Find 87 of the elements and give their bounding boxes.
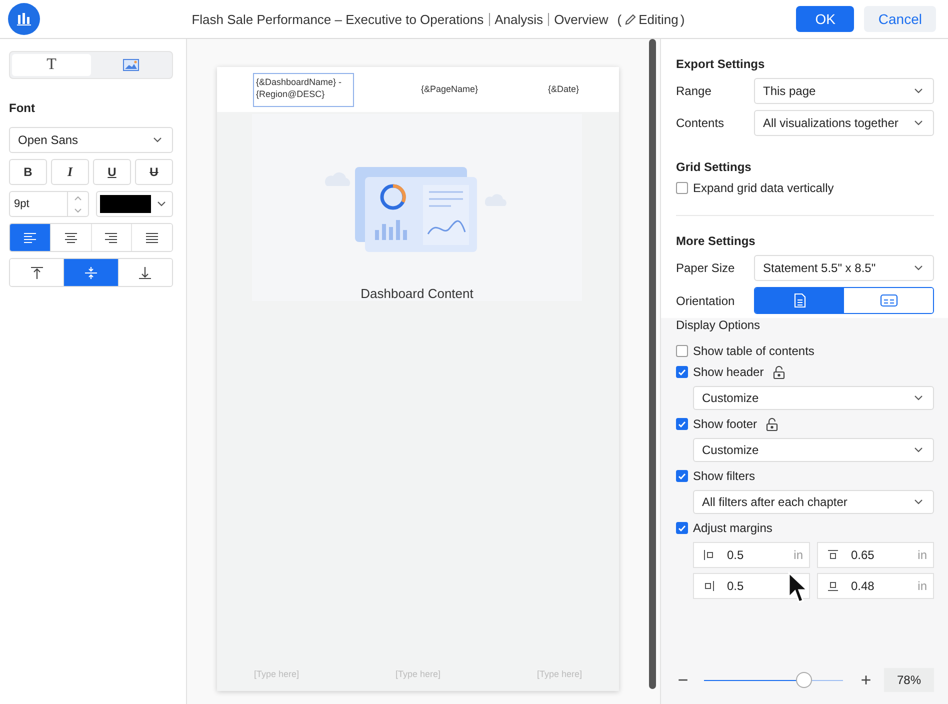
valign-middle-icon — [84, 266, 98, 280]
valign-bottom-icon — [138, 266, 152, 280]
section-title: More Settings — [676, 234, 756, 248]
portrait-orientation-button[interactable] — [755, 288, 844, 313]
paren-text: ) — [680, 12, 685, 26]
editing-status: Editing — [638, 12, 678, 26]
checkbox-label: Show filters — [693, 469, 756, 483]
checkbox[interactable] — [676, 345, 688, 357]
chevron-down-icon — [914, 395, 923, 401]
align-left-icon — [22, 232, 37, 244]
align-justify-icon — [145, 232, 160, 244]
underline-button[interactable]: U — [93, 159, 131, 185]
margin-field[interactable]: 0.5 — [693, 573, 810, 599]
margin-bottom-icon — [827, 580, 839, 592]
section-title: Export Settings — [676, 57, 766, 71]
align-left-button[interactable] — [10, 224, 51, 251]
checkbox-label: Show footer — [693, 417, 758, 431]
field-label: Paper Size — [676, 261, 736, 275]
margin-left-icon — [703, 549, 715, 561]
breadcrumb-text: Analysis — [494, 12, 544, 26]
header-field[interactable]: {&DashboardName} - {Region@DESC} — [253, 72, 354, 106]
strike-button[interactable]: U — [135, 159, 173, 185]
unit-label: in — [794, 548, 803, 562]
margin-field[interactable]: 0.5 in — [693, 542, 810, 568]
unit-label: in — [918, 579, 927, 593]
chevron-down-icon — [153, 137, 162, 143]
checkbox-label: Show table of contents — [693, 344, 814, 358]
section-title: Grid Settings — [676, 160, 752, 174]
app-logo-icon — [8, 3, 40, 35]
checkbox[interactable] — [676, 522, 688, 534]
cancel-button[interactable]: Cancel — [864, 6, 936, 32]
landscape-document-icon — [880, 294, 898, 307]
section-title: Display Options — [676, 318, 762, 332]
header-field[interactable]: {&PageName} — [418, 80, 481, 99]
chevron-down-icon — [157, 201, 166, 207]
ok-button[interactable]: OK — [796, 6, 854, 32]
scrollbar[interactable] — [649, 39, 656, 689]
settings-dropdown[interactable]: This page — [754, 78, 934, 104]
field-label: Contents — [676, 116, 726, 130]
checkbox-label: Expand grid data vertically — [693, 181, 834, 195]
font-family-dropdown[interactable]: Open Sans — [9, 127, 173, 153]
margin-field[interactable]: 0.65 in — [817, 542, 934, 568]
bold-button[interactable]: B — [9, 159, 47, 185]
option-dropdown[interactable]: Customize — [693, 438, 934, 462]
chevron-down-icon — [914, 88, 923, 94]
zoom-in-button[interactable]: + — [859, 670, 873, 690]
header-field[interactable]: {&Date} — [544, 80, 582, 99]
chevron-down-icon — [914, 499, 923, 505]
checkbox[interactable] — [676, 418, 688, 430]
unit-label: in — [918, 548, 927, 562]
zoom-out-button[interactable]: − — [676, 670, 690, 690]
chevron-down-icon — [914, 265, 923, 271]
font-color-picker[interactable] — [96, 191, 173, 217]
placeholder-label: Dashboard Content — [360, 286, 474, 301]
image-icon — [122, 59, 138, 71]
paper-size-dropdown[interactable]: Statement 5.5" x 8.5" — [754, 255, 934, 281]
document-icon — [794, 293, 806, 308]
pencil-icon — [624, 12, 637, 26]
valign-middle-button[interactable] — [64, 259, 119, 286]
checkbox[interactable] — [676, 182, 688, 194]
valign-top-icon — [30, 266, 44, 280]
paren-text: ( — [617, 12, 622, 26]
settings-dropdown[interactable]: All visualizations together — [754, 110, 934, 136]
italic-button[interactable]: I — [51, 159, 89, 185]
zoom-percentage: 78% — [884, 668, 934, 692]
chevron-down-icon — [914, 447, 923, 453]
valign-top-button[interactable] — [10, 259, 64, 286]
margin-top-icon — [827, 549, 839, 561]
field-label: Range — [676, 84, 712, 98]
section-title: Font — [9, 101, 36, 115]
margin-right-icon — [703, 580, 715, 592]
checkbox[interactable] — [676, 470, 688, 482]
checkbox-label: Adjust margins — [693, 521, 772, 535]
field-label: Orientation — [676, 294, 736, 308]
lock-icon[interactable] — [772, 366, 785, 378]
breadcrumb-text: Overview — [554, 12, 608, 26]
chevron-down-icon — [914, 120, 923, 126]
option-dropdown[interactable]: All filters after each chapter — [693, 490, 934, 514]
breadcrumb-text: Flash Sale Performance – Executive to Operations — [192, 12, 484, 26]
option-dropdown[interactable]: Customize — [693, 386, 934, 410]
align-right-icon — [104, 232, 118, 244]
checkbox[interactable] — [676, 366, 688, 378]
align-center-icon — [64, 232, 78, 244]
checkbox-label: Show header — [693, 365, 764, 379]
margin-field[interactable]: 0.48 in — [817, 573, 934, 599]
lock-icon[interactable] — [766, 418, 778, 430]
text-tab[interactable]: T — [12, 54, 91, 76]
